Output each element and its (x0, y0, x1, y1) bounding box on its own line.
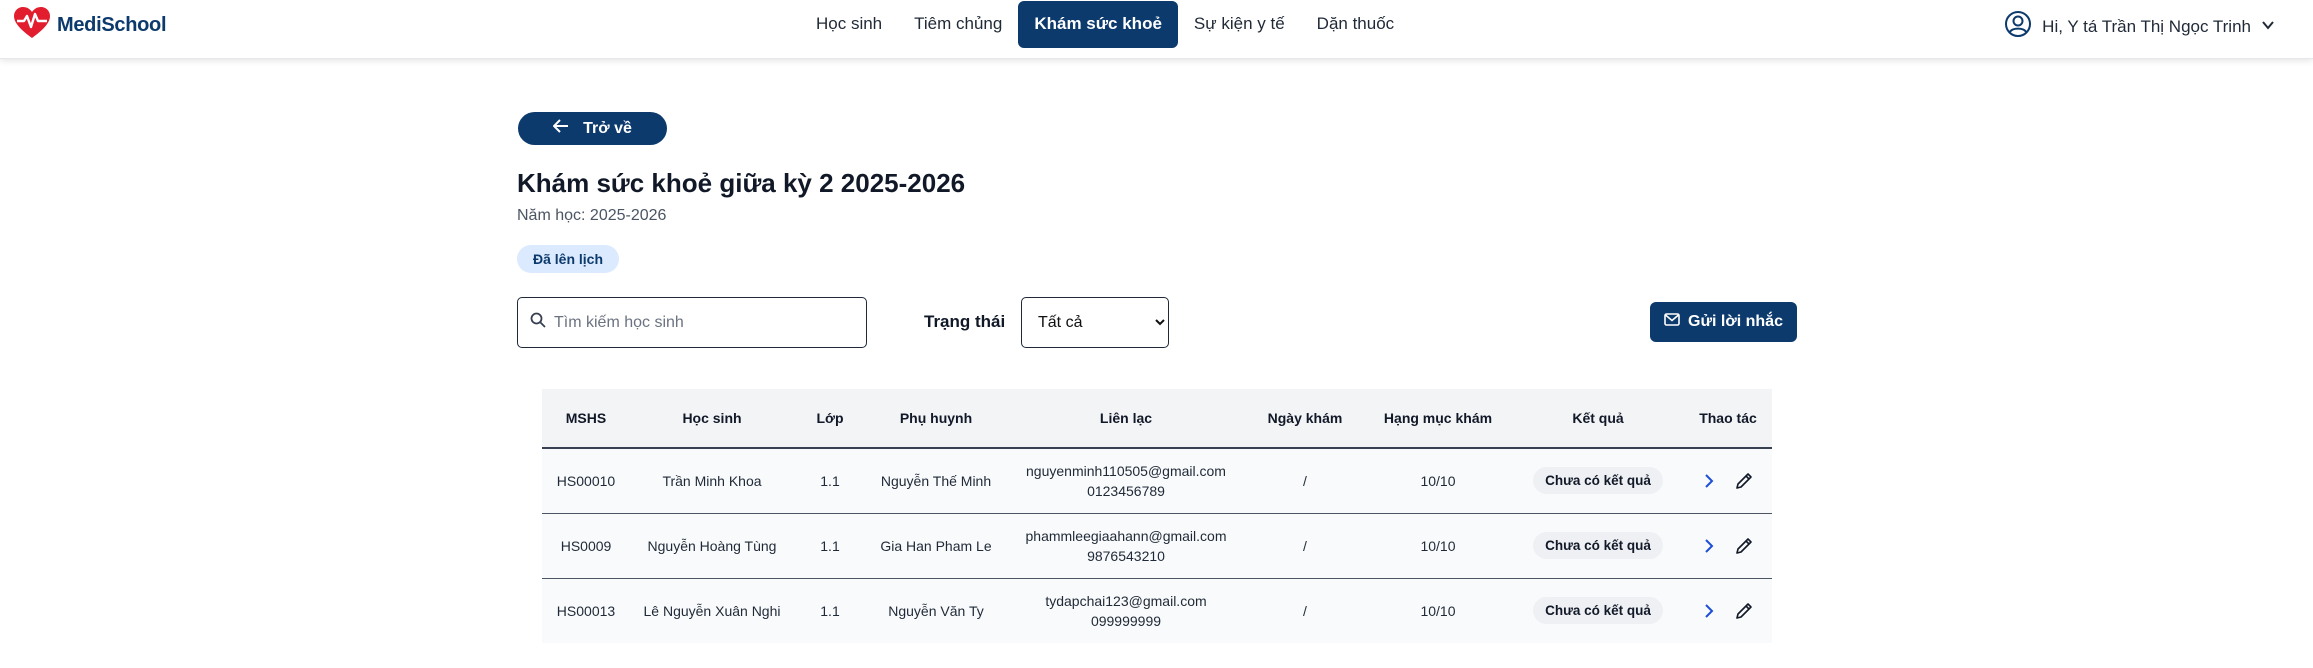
search-icon (530, 312, 546, 333)
nav-item-medication[interactable]: Dặn thuốc (1301, 1, 1411, 48)
cell-id: HS0009 (542, 512, 630, 578)
nav-item-students[interactable]: Học sinh (800, 1, 898, 48)
cell-parent: Nguyễn Văn Ty (866, 577, 1006, 643)
contact-phone: 0123456789 (1087, 482, 1165, 499)
back-button[interactable]: Trở về (518, 112, 667, 145)
cell-id: HS00013 (542, 577, 630, 643)
cell-date: / (1303, 472, 1307, 489)
col-header-class: Lớp (794, 389, 866, 449)
pencil-icon[interactable] (1735, 472, 1753, 490)
cell-actions (1684, 512, 1772, 578)
contact-email: tydapchai123@gmail.com (1045, 592, 1207, 609)
cell-id: HS00010 (556, 472, 616, 489)
cell-result: Chưa có kết quả (1512, 448, 1684, 513)
cell-items: 10/10 (1364, 512, 1512, 578)
school-year: Năm học: 2025-2026 (517, 207, 667, 224)
arrow-left-icon (552, 119, 569, 138)
col-header-result: Kết quả (1512, 389, 1684, 449)
table-row: HS00013 Lê Nguyễn Xuân Nghi 1.1 Nguyễn V… (542, 577, 1772, 643)
brand-logo[interactable]: MediSchool (13, 6, 167, 45)
top-navbar: MediSchool Học sinh Tiêm chủng Khám sức … (0, 0, 2313, 59)
cell-class: 1.1 (794, 512, 866, 578)
cell-items: 10/10 (1364, 577, 1512, 643)
nav-item-medical-events[interactable]: Sự kiện y tế (1178, 1, 1301, 48)
cell-actions (1684, 448, 1772, 513)
cell-parent: Gia Han Pham Le (866, 512, 1006, 578)
col-header-actions: Thao tác (1684, 389, 1772, 449)
cell-parent: Nguyễn Thế Minh (880, 472, 992, 489)
col-header-items: Hạng mục khám (1364, 389, 1512, 449)
status-filter-label: Trạng thái (924, 312, 1006, 331)
pencil-icon[interactable] (1735, 537, 1753, 555)
table-row: HS00010 Trần Minh Khoa 1.1 Nguyễn Thế Mi… (542, 448, 1772, 513)
cell-contact: nguyenminh110505@gmail.com 0123456789 (1006, 448, 1246, 513)
chevron-right-icon[interactable] (1703, 538, 1715, 553)
cell-student: Nguyễn Hoàng Tùng (630, 512, 794, 578)
result-badge: Chưa có kết quả (1533, 467, 1663, 495)
table-header-row: MSHS Học sinh Lớp Phụ huynh Liên lạc Ngà… (542, 389, 1772, 449)
main-nav: Học sinh Tiêm chủng Khám sức khoẻ Sự kiệ… (800, 0, 1410, 48)
status-filter-select[interactable]: Tất cả (1021, 297, 1169, 348)
status-badge: Đã lên lịch (517, 245, 620, 273)
pencil-icon[interactable] (1735, 602, 1753, 620)
cell-class: 1.1 (794, 577, 866, 643)
search-input[interactable] (554, 313, 854, 332)
user-menu[interactable]: Hi, Y tá Trần Thị Ngọc Trinh (2004, 10, 2275, 43)
cell-date: / (1246, 512, 1364, 578)
col-header-parent: Phụ huynh (866, 389, 1006, 449)
send-reminder-button[interactable]: Gửi lời nhắc (1650, 302, 1797, 342)
cell-items: 10/10 (1420, 472, 1456, 489)
mail-icon (1664, 313, 1680, 331)
chevron-right-icon[interactable] (1703, 604, 1715, 618)
result-badge: Chưa có kết quả (1533, 532, 1663, 559)
cell-result: Chưa có kết quả (1512, 577, 1684, 643)
col-header-contact: Liên lạc (1006, 389, 1246, 449)
page-title: Khám sức khoẻ giữa kỳ 2 2025-2026 (517, 168, 966, 198)
contact-email: phammleegiaahann@gmail.com (1025, 527, 1227, 544)
nav-item-vaccination[interactable]: Tiêm chủng (898, 1, 1018, 48)
cell-date: / (1246, 577, 1364, 643)
cell-contact: tydapchai123@gmail.com 099999999 (1006, 577, 1246, 643)
heart-pulse-icon (13, 6, 51, 45)
students-table: MSHS Học sinh Lớp Phụ huynh Liên lạc Ngà… (542, 389, 1772, 643)
back-button-label: Trở về (583, 119, 632, 137)
cell-student: Lê Nguyễn Xuân Nghi (630, 577, 794, 643)
send-reminder-label: Gửi lời nhắc (1688, 313, 1783, 330)
cell-result: Chưa có kết quả (1512, 512, 1684, 578)
cell-student: Trần Minh Khoa (662, 472, 762, 489)
contact-phone: 9876543210 (1087, 547, 1165, 564)
cell-actions (1684, 577, 1772, 643)
contact-phone: 099999999 (1090, 612, 1162, 629)
result-badge: Chưa có kết quả (1533, 597, 1663, 625)
user-circle-icon (2004, 10, 2032, 43)
col-header-id: MSHS (542, 389, 630, 449)
table-row: HS0009 Nguyễn Hoàng Tùng 1.1 Gia Han Pha… (542, 512, 1772, 578)
search-field[interactable] (517, 297, 867, 348)
nav-item-health-check[interactable]: Khám sức khoẻ (1018, 0, 1178, 48)
contact-email: nguyenminh110505@gmail.com (1026, 462, 1226, 479)
brand-name: MediSchool (57, 14, 167, 36)
col-header-date: Ngày khám (1246, 389, 1364, 449)
cell-contact: phammleegiaahann@gmail.com 9876543210 (1006, 512, 1246, 578)
col-header-student: Học sinh (630, 389, 794, 449)
cell-class: 1.1 (820, 472, 840, 489)
chevron-down-icon (2261, 17, 2275, 37)
chevron-right-icon[interactable] (1703, 474, 1715, 488)
user-greeting: Hi, Y tá Trần Thị Ngọc Trinh (2042, 16, 2251, 36)
